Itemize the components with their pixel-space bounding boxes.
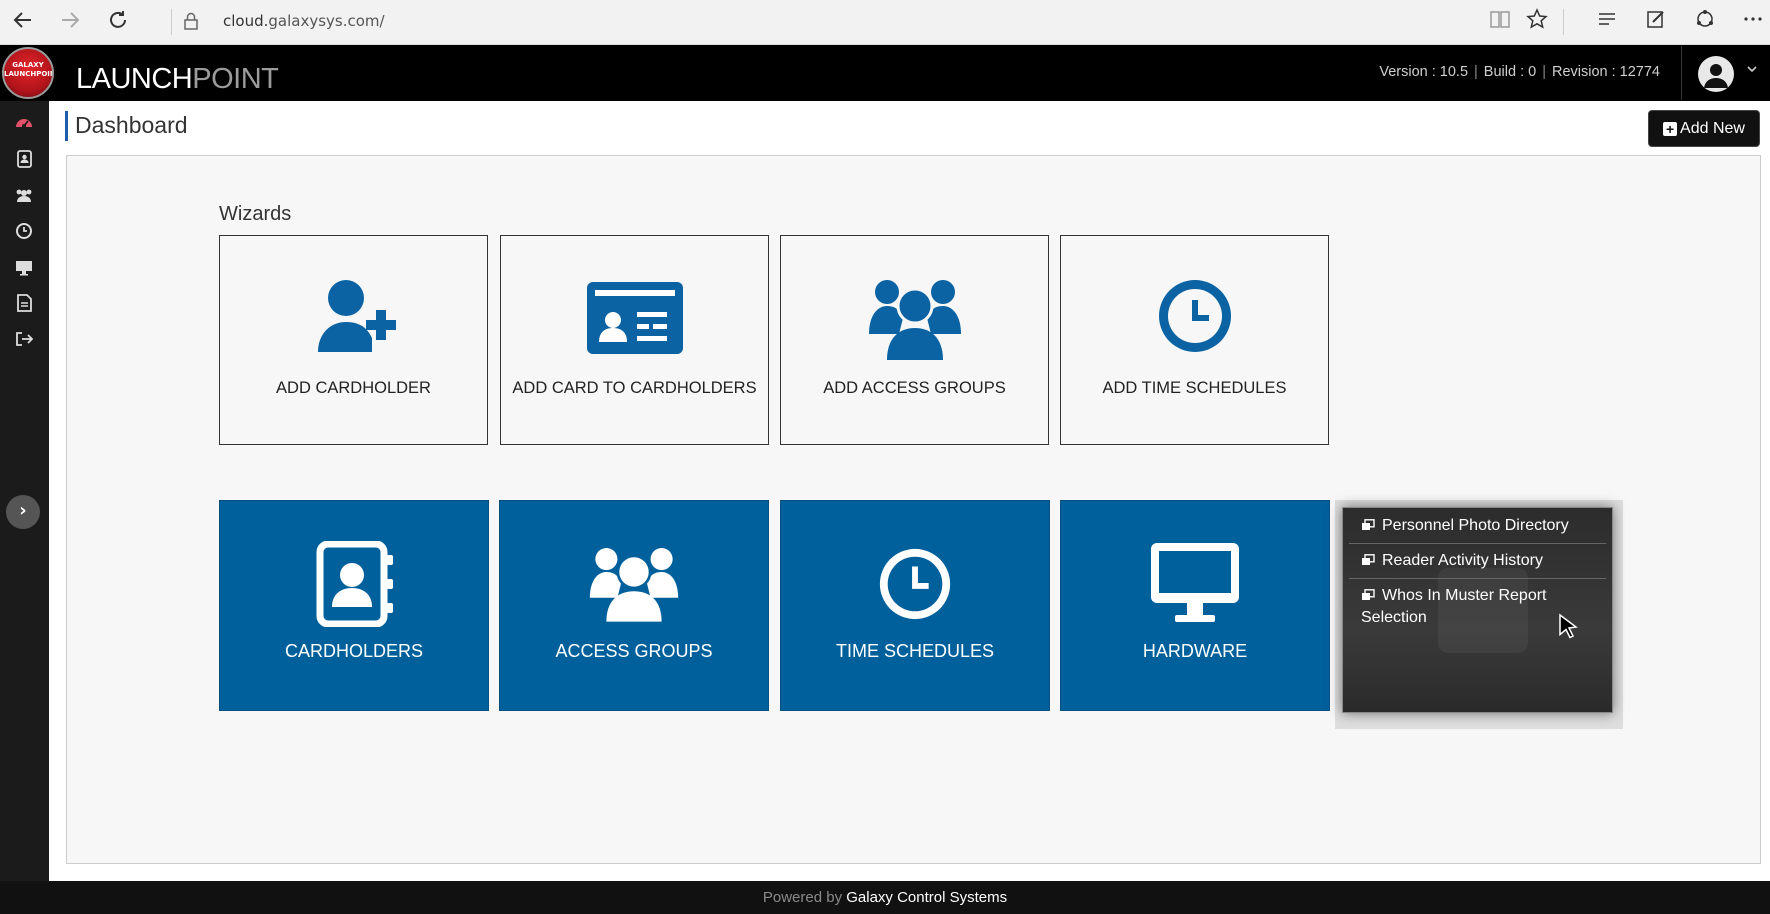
toolbar-divider (1563, 9, 1564, 35)
tile-label: TIME SCHEDULES (835, 641, 995, 661)
footer-prefix: Powered by (762, 889, 843, 906)
wizard-add-card-to-cardholders[interactable]: ADD CARD TO CARDHOLDERS (500, 235, 769, 445)
lock-icon (184, 12, 198, 30)
back-icon[interactable] (8, 8, 38, 36)
address-bar[interactable]: cloud.galaxysys.com/ (223, 12, 385, 30)
tile-time-schedules[interactable]: TIME SCHEDULES (780, 500, 1050, 711)
url-prefix: cloud. (223, 12, 269, 30)
title-accent-bar (65, 111, 68, 141)
tile-label: CARDHOLDERS (284, 641, 424, 661)
clock-icon (781, 541, 1049, 626)
tile-access-groups[interactable]: ACCESS GROUPS (499, 500, 769, 711)
tile-label: HARDWARE (1142, 641, 1248, 661)
user-avatar[interactable] (1698, 56, 1734, 92)
separator: | (1542, 64, 1546, 80)
reports-dropdown-menu: Personnel Photo Directory Reader Activit… (1342, 507, 1613, 713)
version-label: Version : 10.5 (1379, 64, 1469, 80)
brand-part1: LAUNCH (76, 63, 193, 95)
sidebar-expand-button[interactable]: › (6, 495, 40, 529)
menu-item-label: Reader Activity History (1382, 552, 1543, 569)
revision-label: Revision : 12774 (1551, 64, 1660, 80)
menu-item-label: Personnel Photo Directory (1382, 517, 1569, 534)
galaxy-logo[interactable]: GALAXYLAUNCHPOINT (2, 47, 54, 99)
user-menu-caret-icon[interactable] (1747, 66, 1757, 77)
wizard-label: ADD CARD TO CARDHOLDERS (512, 379, 757, 397)
web-note-icon[interactable] (1641, 8, 1671, 36)
tile-hardware[interactable]: HARDWARE (1060, 500, 1330, 711)
popup-window-icon (1362, 519, 1375, 530)
url-host: galaxysys.com/ (268, 12, 385, 30)
hub-icon[interactable] (1592, 8, 1622, 36)
version-info: Version : 10.5 | Build : 0 | Revision : 1277… (1379, 64, 1660, 80)
header-divider (1681, 46, 1682, 100)
popup-window-icon (1362, 589, 1375, 600)
sidebar: › (0, 101, 49, 881)
tile-cardholders[interactable]: CARDHOLDERS (219, 500, 489, 711)
page-title: Dashboard (75, 112, 188, 138)
wizard-label: ADD ACCESS GROUPS (823, 379, 1006, 397)
wizard-label: ADD TIME SCHEDULES (1102, 379, 1287, 397)
footer-company-link[interactable]: Galaxy Control Systems (846, 889, 1007, 906)
reading-view-icon[interactable] (1485, 8, 1515, 36)
desktop-icon (1061, 541, 1329, 626)
more-icon[interactable] (1738, 8, 1768, 36)
address-book-icon (220, 541, 488, 627)
wizard-add-cardholder[interactable]: ADD CARDHOLDER (219, 235, 488, 445)
logout-icon[interactable] (13, 328, 35, 350)
mouse-cursor-icon (1558, 613, 1580, 639)
share-icon[interactable] (1690, 8, 1720, 36)
plus-icon: + (1663, 122, 1678, 136)
brand-part2: POINT (192, 63, 279, 95)
refresh-icon[interactable] (103, 8, 133, 36)
menu-item-label: Whos In Muster Report Selection (1361, 587, 1547, 626)
popup-window-icon (1362, 554, 1375, 565)
add-new-button[interactable]: + Add New (1648, 110, 1760, 147)
menu-item-personnel-photo-directory[interactable]: Personnel Photo Directory (1361, 515, 1600, 537)
brand-name: LAUNCHPOINT (76, 63, 279, 96)
browser-toolbar: cloud.galaxysys.com/ (0, 0, 1770, 45)
clock-icon (1061, 276, 1328, 356)
users-icon (781, 276, 1048, 360)
address-divider (171, 9, 172, 35)
build-label: Build : 0 (1483, 64, 1537, 80)
time-schedules-icon[interactable] (13, 220, 35, 242)
access-groups-icon[interactable] (13, 184, 35, 206)
menu-divider (1349, 543, 1606, 544)
tile-label: ACCESS GROUPS (555, 641, 713, 661)
dashboard-icon[interactable] (13, 112, 35, 134)
wizard-add-access-groups[interactable]: ADD ACCESS GROUPS (780, 235, 1049, 445)
reports-icon[interactable] (13, 292, 35, 314)
menu-divider (1349, 578, 1606, 579)
favorite-star-icon[interactable] (1522, 8, 1552, 36)
users-icon (500, 541, 768, 626)
user-plus-icon (220, 276, 487, 356)
wizard-label: ADD CARDHOLDER (276, 379, 431, 397)
add-new-label: Add New (1680, 120, 1745, 137)
forward-icon[interactable] (55, 8, 85, 36)
wizards-heading: Wizards (219, 203, 292, 225)
id-card-icon (501, 276, 768, 356)
wizard-add-time-schedules[interactable]: ADD TIME SCHEDULES (1060, 235, 1329, 445)
footer: Powered by Galaxy Control Systems (0, 881, 1770, 914)
separator: | (1474, 64, 1478, 80)
hardware-icon[interactable] (13, 256, 35, 278)
cardholders-icon[interactable] (13, 148, 35, 170)
menu-item-reader-activity-history[interactable]: Reader Activity History (1361, 550, 1600, 572)
